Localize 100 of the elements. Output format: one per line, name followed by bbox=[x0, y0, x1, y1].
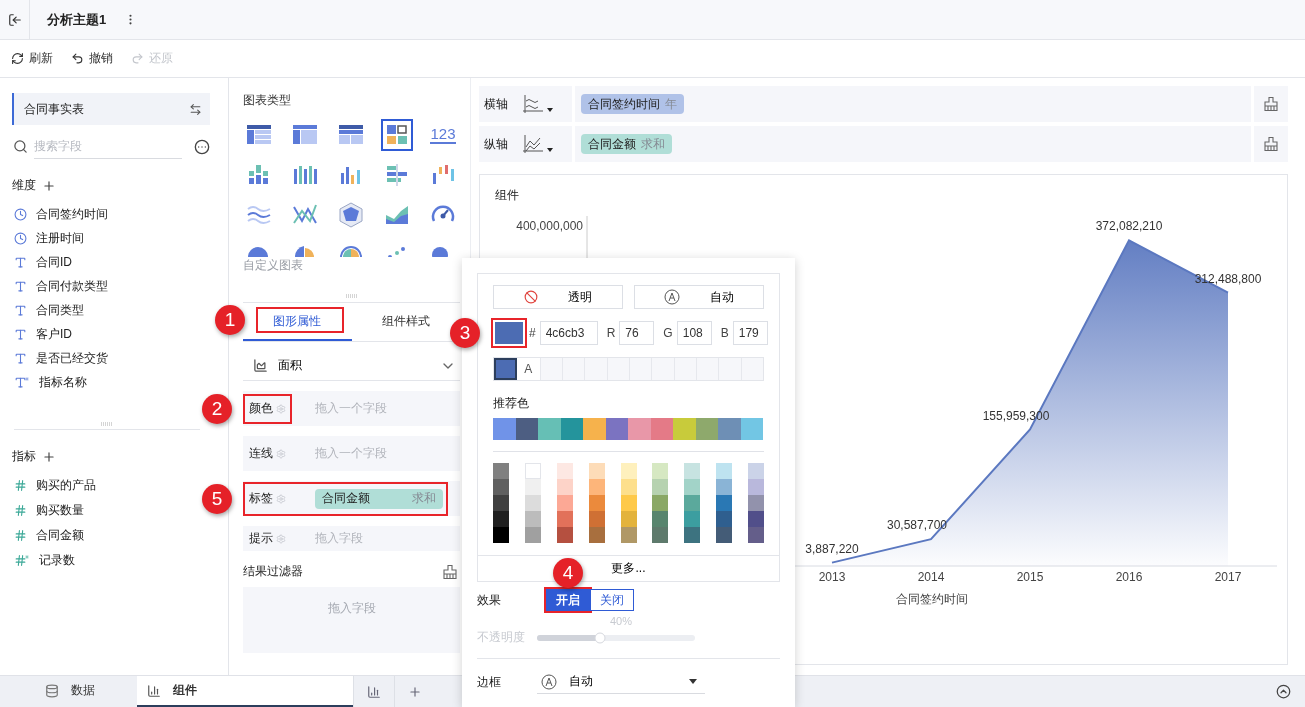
search-field[interactable]: 搜索字段 bbox=[34, 134, 182, 159]
color-swatch[interactable] bbox=[740, 418, 763, 440]
field-name[interactable]: 记录数 bbox=[39, 552, 75, 569]
filter-icon[interactable] bbox=[442, 563, 458, 580]
recent-color-swatch[interactable] bbox=[494, 358, 517, 380]
axis-icon[interactable] bbox=[522, 93, 556, 115]
color-swatch[interactable] bbox=[605, 418, 628, 440]
add-icon[interactable] bbox=[42, 178, 56, 193]
color-swatch[interactable] bbox=[620, 495, 637, 511]
color-swatch[interactable] bbox=[538, 418, 561, 440]
color-swatch[interactable] bbox=[695, 418, 718, 440]
auto-color-cell[interactable]: A bbox=[516, 358, 540, 380]
field-name[interactable]: 是否已经交货 bbox=[36, 349, 108, 367]
color-swatch[interactable] bbox=[652, 495, 669, 511]
gear-icon[interactable] bbox=[276, 493, 286, 504]
field-name[interactable]: 客户ID bbox=[36, 325, 72, 343]
color-swatch[interactable] bbox=[716, 495, 733, 511]
color-swatch[interactable] bbox=[748, 511, 764, 527]
color-swatch[interactable] bbox=[684, 479, 701, 495]
color-swatch[interactable] bbox=[524, 479, 541, 495]
color-swatch[interactable] bbox=[493, 418, 516, 440]
color-swatch[interactable] bbox=[515, 418, 538, 440]
color-swatch[interactable] bbox=[684, 511, 701, 527]
filter-icon[interactable] bbox=[1263, 96, 1279, 112]
color-swatch[interactable] bbox=[748, 463, 764, 479]
color-swatch[interactable] bbox=[588, 511, 605, 527]
color-swatch[interactable] bbox=[493, 463, 509, 479]
color-swatch[interactable] bbox=[620, 511, 637, 527]
tab[interactable]: 图形属性 bbox=[243, 303, 352, 341]
color-swatch[interactable] bbox=[588, 495, 605, 511]
color-swatch[interactable] bbox=[620, 479, 637, 495]
field-pill[interactable]: 合同金额 求和 bbox=[581, 134, 672, 154]
color-swatch[interactable] bbox=[588, 479, 605, 495]
color-swatch[interactable] bbox=[620, 527, 637, 543]
color-swatch[interactable] bbox=[524, 495, 541, 511]
field-name[interactable]: 合同ID bbox=[36, 253, 72, 271]
color-swatch[interactable] bbox=[524, 463, 541, 479]
add-icon[interactable] bbox=[42, 449, 56, 464]
field-name[interactable]: 合同签约时间 bbox=[36, 205, 108, 223]
toolbar-button[interactable]: 刷新 bbox=[11, 50, 53, 67]
color-swatch[interactable] bbox=[493, 511, 509, 527]
color-swatch[interactable] bbox=[556, 479, 573, 495]
drag-handle-icon[interactable] bbox=[344, 294, 359, 298]
field-pill[interactable]: 合同金额 求和 bbox=[315, 488, 443, 509]
color-swatch[interactable] bbox=[556, 527, 573, 543]
drag-handle-icon[interactable] bbox=[100, 422, 114, 426]
field-name[interactable]: 合同类型 bbox=[36, 301, 84, 319]
gear-icon[interactable] bbox=[276, 533, 286, 544]
switch-icon[interactable] bbox=[189, 102, 202, 116]
bottom-tab[interactable]: 组件 bbox=[137, 676, 353, 707]
color-swatch[interactable] bbox=[493, 527, 509, 543]
hex-field[interactable]: 4c6cb3 bbox=[539, 321, 598, 345]
color-swatch[interactable] bbox=[748, 479, 764, 495]
color-swatch[interactable] bbox=[628, 418, 651, 440]
field-name[interactable]: 购买数量 bbox=[36, 502, 84, 519]
field-name[interactable]: 购买的产品 bbox=[36, 477, 96, 494]
color-swatch[interactable] bbox=[718, 418, 741, 440]
color-swatch[interactable] bbox=[652, 463, 669, 479]
gear-icon[interactable] bbox=[276, 448, 286, 459]
opacity-slider[interactable] bbox=[537, 634, 695, 641]
chart-type-button[interactable]: 123 bbox=[427, 119, 459, 151]
toggle-option[interactable]: 关闭 bbox=[590, 589, 634, 611]
color-swatch[interactable] bbox=[556, 495, 573, 511]
color-swatch[interactable] bbox=[650, 418, 673, 440]
more-icon[interactable] bbox=[194, 138, 210, 155]
channel-field[interactable]: 179 bbox=[732, 321, 768, 345]
color-swatch[interactable] bbox=[493, 495, 509, 511]
axis-icon[interactable] bbox=[522, 133, 556, 155]
color-swatch[interactable] bbox=[524, 527, 541, 543]
color-swatch[interactable] bbox=[652, 479, 669, 495]
color-swatch[interactable] bbox=[684, 495, 701, 511]
color-swatch[interactable] bbox=[716, 479, 733, 495]
color-swatch[interactable] bbox=[652, 527, 669, 543]
color-swatch[interactable] bbox=[556, 511, 573, 527]
color-swatch[interactable] bbox=[748, 527, 764, 543]
exit-icon[interactable] bbox=[7, 12, 22, 27]
bottom-tab[interactable]: 数据 bbox=[0, 676, 137, 707]
channel-field[interactable]: 108 bbox=[676, 321, 712, 345]
color-swatch[interactable] bbox=[588, 527, 605, 543]
color-swatch[interactable] bbox=[716, 463, 733, 479]
color-swatch[interactable] bbox=[684, 463, 701, 479]
color-swatch[interactable] bbox=[748, 495, 764, 511]
field-name[interactable]: 指标名称 bbox=[39, 373, 87, 391]
color-swatch[interactable] bbox=[493, 479, 509, 495]
field-pill[interactable]: 合同签约时间 年 bbox=[581, 94, 684, 114]
chart-kind-dropdown[interactable]: 面积 bbox=[243, 351, 460, 381]
color-swatch[interactable] bbox=[588, 463, 605, 479]
color-swatch[interactable] bbox=[556, 463, 573, 479]
field-name[interactable]: 合同付款类型 bbox=[36, 277, 108, 295]
color-mode-button[interactable]: 自动 bbox=[634, 285, 764, 309]
field-name[interactable]: 注册时间 bbox=[36, 229, 84, 247]
chart-type-button[interactable] bbox=[381, 119, 413, 151]
color-swatch[interactable] bbox=[560, 418, 583, 440]
color-swatch[interactable] bbox=[583, 418, 606, 440]
color-swatch[interactable] bbox=[673, 418, 696, 440]
color-swatch[interactable] bbox=[716, 511, 733, 527]
toggle-option[interactable]: 开启 bbox=[546, 589, 590, 611]
slider-thumb[interactable] bbox=[594, 632, 606, 643]
expand-icon[interactable] bbox=[1275, 684, 1291, 699]
field-name[interactable]: 合同金额 bbox=[36, 527, 84, 544]
